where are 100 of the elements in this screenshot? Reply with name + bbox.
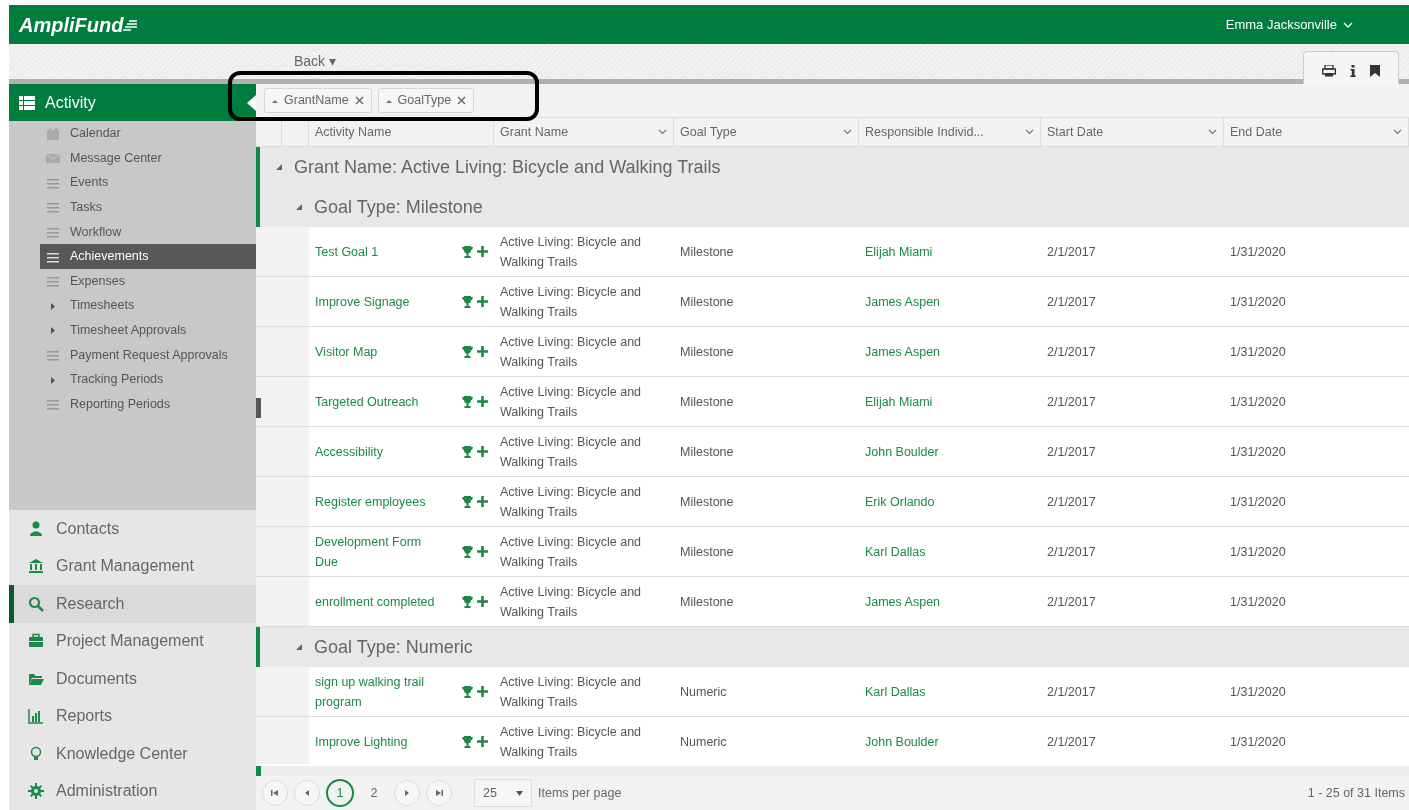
sort-up-icon xyxy=(385,98,392,103)
close-icon[interactable] xyxy=(354,96,364,105)
page-button[interactable]: 1 xyxy=(326,779,354,807)
collapse-triangle-icon[interactable] xyxy=(296,204,302,210)
column-header[interactable]: Start Date xyxy=(1041,117,1224,147)
chevron-down-icon[interactable] xyxy=(843,129,852,135)
sidebar-item[interactable]: Expenses xyxy=(40,268,256,294)
plus-icon[interactable] xyxy=(477,685,488,697)
trophy-icon[interactable] xyxy=(462,445,473,458)
last-page-button[interactable] xyxy=(426,780,452,806)
plus-icon[interactable] xyxy=(477,735,488,747)
back-button[interactable]: Back ▾ xyxy=(294,51,336,72)
sidebar-item[interactable]: Calendar xyxy=(40,121,256,146)
plus-icon[interactable] xyxy=(477,445,488,457)
sidebar-item[interactable]: Reporting Periods xyxy=(40,391,256,417)
list-icon xyxy=(46,397,60,412)
user-menu[interactable]: Emma Jacksonville xyxy=(1219,13,1359,36)
plus-icon[interactable] xyxy=(477,395,488,407)
page-button[interactable]: 2 xyxy=(360,779,388,807)
sidebar-item[interactable]: Message Center xyxy=(40,145,256,171)
sidebar-item[interactable]: Events xyxy=(40,170,256,196)
sidebar-item[interactable]: Workflow xyxy=(40,219,256,245)
activity-link[interactable]: Register employees xyxy=(315,491,426,512)
sidebar-item[interactable]: Tracking Periods xyxy=(40,367,256,392)
briefcase-icon xyxy=(28,633,44,650)
plus-icon[interactable] xyxy=(477,495,488,507)
bookmark-icon[interactable] xyxy=(1370,65,1380,77)
list-icon xyxy=(46,200,60,215)
module-item[interactable]: Knowledge Center xyxy=(9,735,256,773)
plus-icon[interactable] xyxy=(477,295,488,307)
trophy-icon[interactable] xyxy=(462,685,473,698)
activity-link[interactable]: Improve Signage xyxy=(315,291,410,312)
sidebar-item[interactable]: Achievements xyxy=(40,244,256,269)
trophy-icon[interactable] xyxy=(462,735,473,748)
column-header[interactable]: Grant Name xyxy=(494,117,674,147)
module-item[interactable]: Contacts xyxy=(9,510,256,548)
chevron-down-icon[interactable] xyxy=(1393,129,1402,135)
activity-link[interactable]: Targeted Outreach xyxy=(315,391,419,412)
trophy-icon[interactable] xyxy=(462,495,473,508)
gear-icon xyxy=(28,783,44,800)
chevron-down-icon[interactable] xyxy=(1025,129,1034,135)
info-icon[interactable] xyxy=(1350,65,1356,77)
logo-stripes-icon xyxy=(123,18,138,31)
page-size-label: Items per page xyxy=(538,784,622,802)
activity-link[interactable]: enrollment completed xyxy=(315,591,435,612)
indent-cell xyxy=(256,427,282,477)
module-item[interactable]: Reports xyxy=(9,697,256,735)
sidebar-item[interactable]: Tasks xyxy=(40,195,256,220)
trophy-icon[interactable] xyxy=(462,245,473,258)
column-header[interactable]: End Date xyxy=(1224,117,1409,147)
activity-link[interactable]: Improve Lighting xyxy=(315,731,408,752)
horizontal-scrollbar[interactable] xyxy=(256,766,1409,776)
activity-link[interactable]: sign up walking trail program xyxy=(315,671,443,712)
sidebar-item[interactable]: Payment Request Approvals xyxy=(40,342,256,368)
plus-icon[interactable] xyxy=(477,245,488,257)
group-header[interactable]: Grant Name: Active Living: Bicycle and Walking Trails xyxy=(256,147,1409,187)
group-header[interactable]: Goal Type: Numeric xyxy=(256,627,1409,667)
activity-link[interactable]: Development Form Due xyxy=(315,531,443,572)
trophy-icon[interactable] xyxy=(462,395,473,408)
group-chip[interactable]: GoalType xyxy=(377,88,475,113)
chevron-down-icon[interactable] xyxy=(1208,129,1217,135)
envelope-icon xyxy=(46,151,60,166)
trophy-icon[interactable] xyxy=(462,595,473,608)
page-size-dropdown[interactable]: 25 xyxy=(474,779,532,807)
chevron-down-icon[interactable] xyxy=(658,129,667,135)
activity-link[interactable]: Visitor Map xyxy=(315,341,378,362)
plus-icon[interactable] xyxy=(477,545,488,557)
activity-link[interactable]: Test Goal 1 xyxy=(315,241,379,262)
column-header[interactable]: Goal Type xyxy=(674,117,859,147)
column-header[interactable]: Responsible Individ... xyxy=(859,117,1041,147)
collapse-triangle-icon[interactable] xyxy=(296,644,302,650)
module-item[interactable]: Project Management xyxy=(9,622,256,660)
module-item[interactable]: Administration xyxy=(9,772,256,810)
indent-cell xyxy=(256,277,282,327)
list-icon xyxy=(46,274,60,289)
activity-link[interactable]: Accessibility xyxy=(315,441,384,462)
grid-list-icon xyxy=(19,95,35,110)
module-item[interactable]: Research xyxy=(9,585,256,623)
group-header[interactable]: Goal Type: Milestone xyxy=(256,187,1409,227)
collapse-triangle-icon[interactable] xyxy=(276,164,282,170)
first-page-button[interactable] xyxy=(262,780,288,806)
module-item[interactable]: Documents xyxy=(9,660,256,698)
previous-page-icon xyxy=(303,789,311,797)
person-icon xyxy=(28,520,44,537)
group-chip[interactable]: GrantName xyxy=(264,88,372,113)
sidebar-item[interactable]: Timesheet Approvals xyxy=(40,318,256,343)
sidebar-collapse-handle[interactable] xyxy=(256,398,261,418)
trophy-icon[interactable] xyxy=(462,545,473,558)
first-page-icon xyxy=(271,789,279,797)
lightbulb-icon xyxy=(28,745,44,762)
print-icon[interactable] xyxy=(1322,65,1336,77)
trophy-icon[interactable] xyxy=(462,345,473,358)
section-header[interactable]: Activity xyxy=(9,84,256,122)
trophy-icon[interactable] xyxy=(462,295,473,308)
plus-icon[interactable] xyxy=(477,345,488,357)
plus-icon[interactable] xyxy=(477,595,488,607)
sort-up-icon xyxy=(272,98,278,103)
close-icon[interactable] xyxy=(457,96,467,105)
module-item[interactable]: Grant Management xyxy=(9,547,256,585)
sidebar-item[interactable]: Timesheets xyxy=(40,293,256,319)
